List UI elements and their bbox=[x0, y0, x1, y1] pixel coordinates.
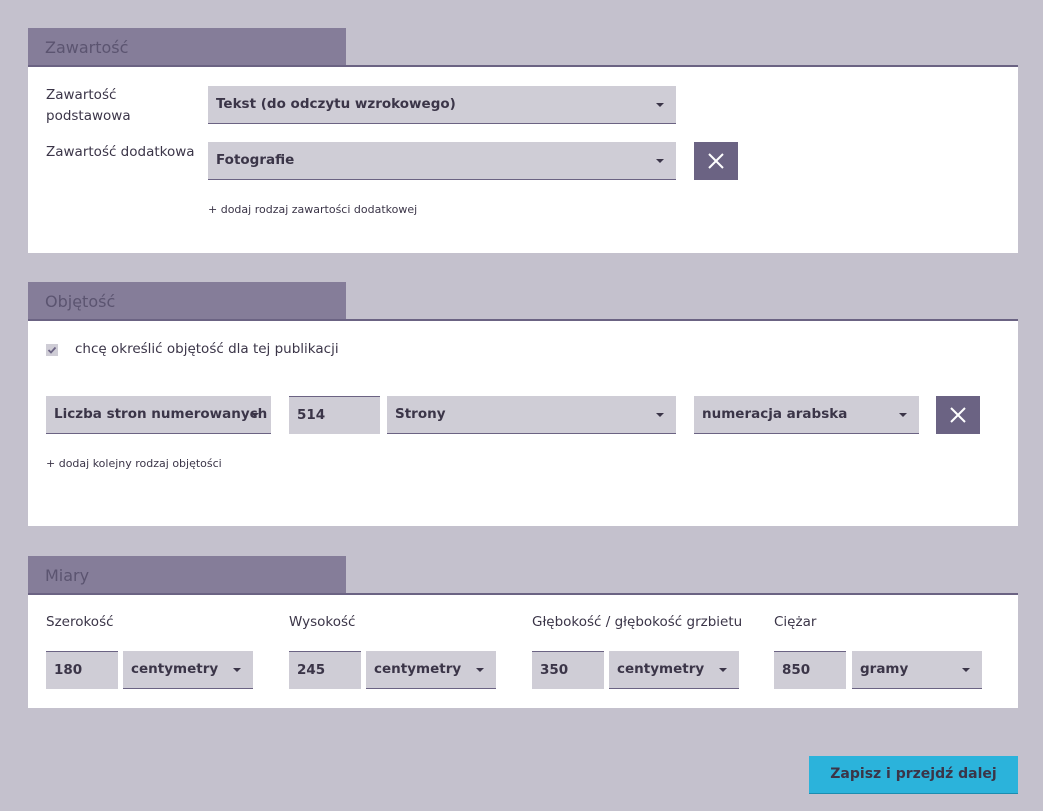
primary-content-value: Tekst (do odczytu wzrokowego) bbox=[216, 96, 456, 112]
weight-unit-value: gramy bbox=[860, 661, 909, 677]
remove-volume-button[interactable] bbox=[936, 396, 980, 434]
depth-unit-value: centymetry bbox=[617, 661, 705, 677]
volume-unit-value: Strony bbox=[395, 406, 446, 422]
depth-unit-select[interactable]: centymetry bbox=[609, 651, 739, 689]
measures-section: Miary Szerokość 180 centymetry Wysokość … bbox=[28, 556, 1018, 709]
save-and-continue-button[interactable]: Zapisz i przejdź dalej bbox=[809, 756, 1018, 794]
chevron-down-icon bbox=[719, 668, 727, 672]
measures-section-title: Miary bbox=[28, 556, 346, 594]
volume-checkbox[interactable] bbox=[46, 344, 58, 356]
width-label: Szerokość bbox=[46, 614, 114, 630]
weight-label: Ciężar bbox=[774, 614, 817, 630]
volume-number-input[interactable]: 514 bbox=[289, 396, 380, 434]
volume-section: Objętość chcę określić objętość dla tej … bbox=[28, 282, 1018, 527]
volume-checkbox-label: chcę określić objętość dla tej publikacj… bbox=[75, 341, 339, 357]
content-section-title: Zawartość bbox=[28, 28, 346, 66]
height-unit-select[interactable]: centymetry bbox=[366, 651, 496, 689]
close-icon bbox=[950, 407, 966, 423]
volume-unit-select[interactable]: Strony bbox=[387, 396, 676, 434]
volume-type-value: Liczba stron numerowanych ł bbox=[54, 406, 271, 422]
width-unit-select[interactable]: centymetry bbox=[123, 651, 253, 689]
width-unit-value: centymetry bbox=[131, 661, 219, 677]
chevron-down-icon bbox=[656, 413, 664, 417]
depth-label: Głębokość / głębokość grzbietu bbox=[532, 614, 743, 630]
depth-input[interactable]: 350 bbox=[532, 651, 604, 689]
chevron-down-icon bbox=[899, 413, 907, 417]
height-input[interactable]: 245 bbox=[289, 651, 361, 689]
add-volume-link[interactable]: + dodaj kolejny rodzaj objętości bbox=[46, 457, 222, 470]
secondary-content-value: Fotografie bbox=[216, 152, 295, 168]
volume-numbering-value: numeracja arabska bbox=[702, 406, 848, 422]
weight-unit-select[interactable]: gramy bbox=[852, 651, 982, 689]
remove-secondary-content-button[interactable] bbox=[694, 142, 738, 180]
check-icon bbox=[47, 346, 57, 354]
width-input[interactable]: 180 bbox=[46, 651, 118, 689]
primary-content-label: Zawartość podstawowa bbox=[46, 87, 131, 124]
chevron-down-icon bbox=[233, 668, 241, 672]
content-section: Zawartość Zawartość podstawowa Tekst (do… bbox=[28, 28, 1018, 253]
add-secondary-content-link[interactable]: + dodaj rodzaj zawartości dodatkowej bbox=[208, 203, 417, 216]
volume-section-body: chcę określić objętość dla tej publikacj… bbox=[28, 321, 1018, 526]
secondary-content-label: Zawartość dodatkowa bbox=[46, 144, 195, 160]
volume-type-select[interactable]: Liczba stron numerowanych ł bbox=[46, 396, 271, 434]
chevron-down-icon bbox=[656, 103, 664, 107]
volume-numbering-select[interactable]: numeracja arabska bbox=[694, 396, 919, 434]
height-label: Wysokość bbox=[289, 614, 356, 630]
height-unit-value: centymetry bbox=[374, 661, 462, 677]
measures-section-body: Szerokość 180 centymetry Wysokość 245 ce… bbox=[28, 595, 1018, 708]
close-icon bbox=[708, 153, 724, 169]
chevron-down-icon bbox=[962, 668, 970, 672]
weight-input[interactable]: 850 bbox=[774, 651, 846, 689]
chevron-down-icon bbox=[476, 668, 484, 672]
content-section-body: Zawartość podstawowa Tekst (do odczytu w… bbox=[28, 67, 1018, 253]
secondary-content-select[interactable]: Fotografie bbox=[208, 142, 676, 180]
primary-content-select[interactable]: Tekst (do odczytu wzrokowego) bbox=[208, 86, 676, 124]
volume-section-title: Objętość bbox=[28, 282, 346, 320]
chevron-down-icon bbox=[251, 413, 259, 417]
chevron-down-icon bbox=[656, 159, 664, 163]
